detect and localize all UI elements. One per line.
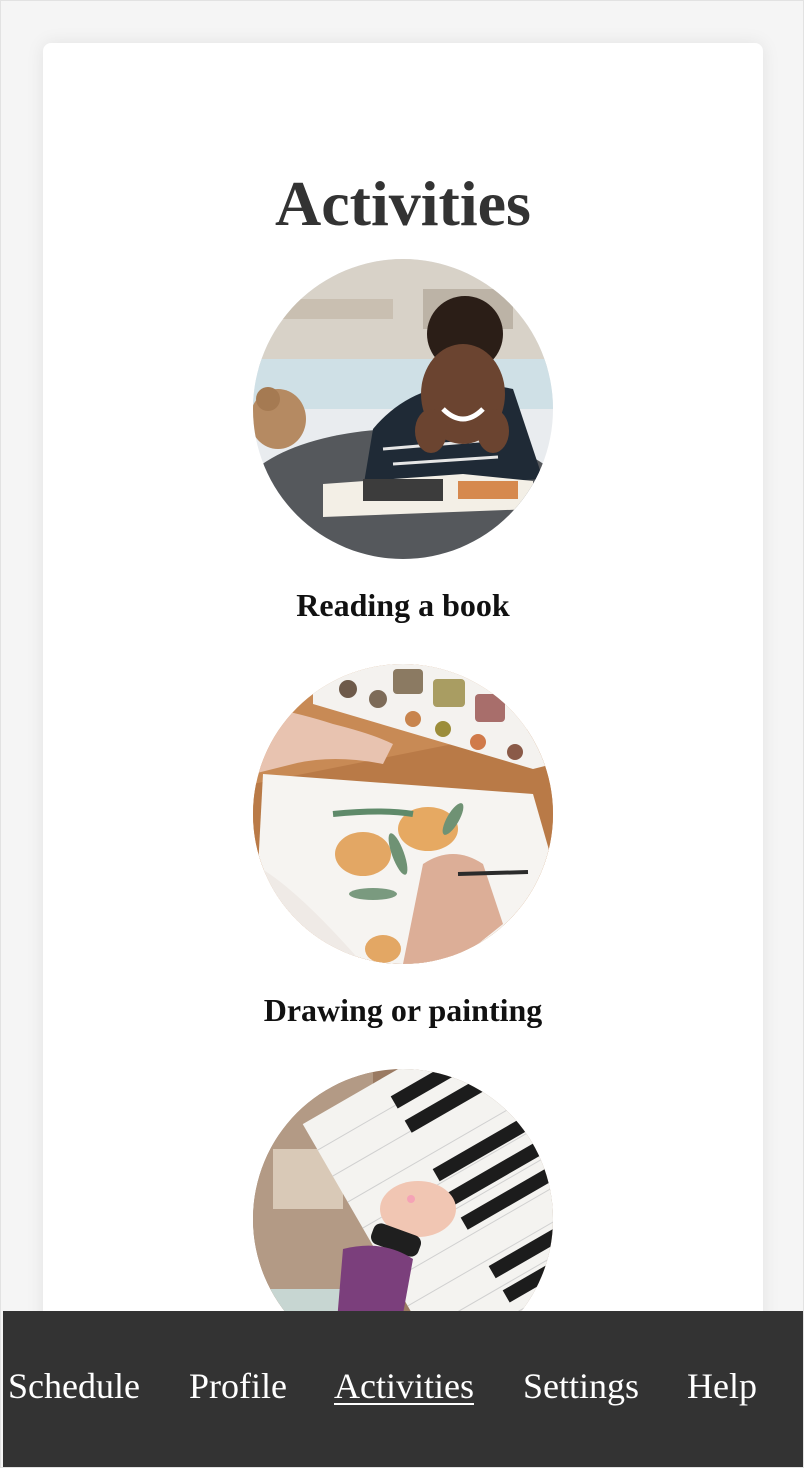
activities-card: Activities Reading a book Drawing or pai… xyxy=(43,43,763,1363)
nav-item-schedule[interactable]: Schedule xyxy=(8,1365,140,1407)
painting-activity-image[interactable] xyxy=(253,664,553,964)
activity-label: Drawing or painting xyxy=(263,992,543,1028)
page-title: Activities xyxy=(275,168,531,239)
app-viewport: Activities Reading a book Drawing or pai… xyxy=(0,0,804,1468)
nav-item-activities[interactable]: Activities xyxy=(334,1365,474,1407)
reading-activity-image[interactable] xyxy=(253,259,553,559)
child-reading-illustration xyxy=(253,259,553,559)
nav-item-help[interactable]: Help xyxy=(687,1365,757,1407)
activity-label: Reading a book xyxy=(296,587,510,623)
bottom-navigation-bar: Schedule Profile Activities Settings Hel… xyxy=(3,1311,803,1467)
activity-item-painting[interactable]: Drawing or painting xyxy=(43,664,763,1030)
watercolor-painting-illustration xyxy=(253,664,553,964)
nav-item-settings[interactable]: Settings xyxy=(523,1365,639,1407)
nav-item-profile[interactable]: Profile xyxy=(189,1365,287,1407)
activity-item-reading[interactable]: Reading a book xyxy=(43,259,763,625)
